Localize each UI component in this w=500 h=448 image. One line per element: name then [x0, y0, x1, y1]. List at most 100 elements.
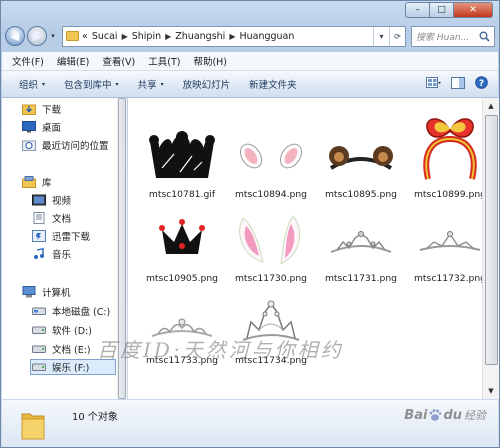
folder-icon [66, 31, 79, 41]
black-crown-image [149, 131, 215, 178]
include-in-library-button[interactable]: 包含到库中 ▾ [64, 77, 119, 91]
new-folder-button[interactable]: 新建文件夹 [249, 77, 297, 91]
menu-file[interactable]: 文件(F) [12, 54, 44, 68]
drive-icon [32, 345, 46, 353]
folder-icon [21, 413, 45, 440]
sidebar-item-recent-places[interactable]: 最近访问的位置 [22, 137, 109, 153]
share-button[interactable]: 共享 ▾ [138, 77, 164, 91]
breadcrumb-separator-icon[interactable]: ▶ [229, 32, 235, 41]
file-item[interactable]: mtsc11730.png [231, 210, 311, 284]
svg-text:?: ? [479, 79, 484, 89]
new-folder-label: 新建文件夹 [249, 80, 297, 91]
file-name: mtsc10894.png [234, 189, 308, 200]
menu-tools[interactable]: 工具(T) [148, 54, 180, 68]
file-item[interactable]: mtsc10895.png [321, 126, 401, 200]
breadcrumb-separator-icon[interactable]: ▶ [165, 32, 171, 41]
file-thumbnail [142, 210, 222, 270]
menu-help[interactable]: 帮助(H) [193, 54, 227, 68]
window-controls: – □ ✕ [405, 2, 493, 18]
menu-view[interactable]: 查看(V) [102, 54, 135, 68]
file-thumbnail [142, 126, 222, 186]
address-overflow-chevrons[interactable]: « [82, 31, 88, 42]
sidebar-item-label: 娱乐 (F:) [52, 363, 90, 374]
search-placeholder: 搜索 Huan... [416, 32, 470, 43]
maximize-button[interactable]: □ [429, 2, 453, 18]
sidebar-group-library[interactable]: 库 [22, 174, 52, 190]
logo-subtitle: 经验 [464, 409, 486, 422]
search-input[interactable]: 搜索 Huan... [411, 25, 495, 47]
sidebar-item-desktop[interactable]: 桌面 [22, 119, 61, 135]
sidebar-item-label: 软件 (D:) [52, 326, 92, 337]
sidebar-item-label: 最近访问的位置 [42, 141, 109, 152]
rabbit-ears-image [240, 143, 302, 169]
breadcrumb-separator-icon[interactable]: ▶ [122, 32, 128, 41]
view-options-icon[interactable] [426, 76, 441, 89]
breadcrumb-huangguan[interactable]: Huangguan [239, 31, 294, 42]
file-thumbnail [321, 210, 401, 270]
sidebar-item-videos[interactable]: 视频 [32, 192, 71, 208]
sidebar-item-documents[interactable]: 文档 [32, 210, 71, 226]
minimize-button[interactable]: – [405, 2, 429, 18]
scroll-down-icon[interactable]: ▼ [484, 384, 498, 398]
preview-pane-icon[interactable] [451, 76, 465, 89]
sidebar-item-music[interactable]: 音乐 [32, 246, 71, 262]
library-icon [22, 176, 36, 188]
file-item[interactable]: mtsc10781.gif [142, 126, 222, 200]
file-list-scrollbar[interactable]: ▲ ▼ [482, 98, 499, 399]
menu-bar: 文件(F) 编辑(E) 查看(V) 工具(T) 帮助(H) [2, 52, 498, 71]
close-button[interactable]: ✕ [453, 2, 493, 18]
chevron-down-icon: ▾ [160, 80, 164, 88]
navigation-row: ◀ ▶ ▾ « Sucai ▶ Shipin ▶ Zhuangshi ▶ Hua… [5, 23, 495, 49]
help-icon[interactable]: ? [475, 76, 488, 89]
file-name: mtsc11732.png [413, 273, 482, 284]
sidebar-item-label: 计算机 [42, 288, 71, 299]
computer-icon [22, 286, 36, 298]
sidebar-item-label: 文档 [52, 214, 72, 225]
sidebar-item-downloads[interactable]: 下载 [22, 101, 61, 117]
file-item[interactable]: mtsc10894.png [231, 126, 311, 200]
breadcrumb-zhuangshi[interactable]: Zhuangshi [175, 31, 225, 42]
silver-tiara-image [330, 231, 392, 253]
chevron-down-icon: ▾ [42, 80, 46, 88]
paw-icon [429, 409, 442, 421]
heart-headband-image [423, 118, 477, 180]
slideshow-button[interactable]: 放映幻灯片 [183, 77, 231, 91]
drive-icon [32, 363, 46, 371]
refresh-icon[interactable]: ⟳ [389, 26, 405, 46]
organize-label: 组织 [19, 80, 39, 91]
organize-button[interactable]: 组织 ▾ [19, 77, 45, 91]
sidebar-item-drive-e[interactable]: 文档 (E:) [32, 341, 91, 357]
sidebar-group-computer[interactable]: 计算机 [22, 284, 71, 300]
recent-pages-dropdown[interactable]: ▾ [48, 32, 58, 40]
file-thumbnail [231, 210, 311, 270]
file-item[interactable]: mtsc11732.png [410, 210, 482, 284]
address-dropdown-icon[interactable]: ▾ [373, 26, 389, 46]
file-item[interactable]: mtsc10905.png [142, 210, 222, 284]
sidebar-item-label: 桌面 [42, 123, 62, 134]
sidebar-item-label: 本地磁盘 (C:) [52, 307, 111, 318]
forward-button[interactable]: ▶ [27, 26, 47, 46]
file-item[interactable]: mtsc10899.png [410, 108, 482, 200]
menu-edit[interactable]: 编辑(E) [57, 54, 89, 68]
file-thumbnail [410, 210, 482, 270]
include-library-label: 包含到库中 [64, 80, 112, 91]
file-thumbnail [321, 126, 401, 186]
sidebar-item-drive-d[interactable]: 软件 (D:) [32, 322, 92, 338]
file-item[interactable]: mtsc11731.png [321, 210, 401, 284]
command-bar: 组织 ▾ 包含到库中 ▾ 共享 ▾ 放映幻灯片 新建文件夹 ? [2, 71, 498, 98]
breadcrumb-shipin[interactable]: Shipin [132, 31, 161, 42]
search-icon[interactable] [479, 31, 490, 42]
scrollbar-thumb[interactable] [485, 115, 498, 365]
sidebar-item-label: 视频 [52, 196, 72, 207]
file-name: mtsc10781.gif [148, 189, 216, 200]
scroll-up-icon[interactable]: ▲ [484, 99, 498, 113]
file-name: mtsc10895.png [324, 189, 398, 200]
sidebar-item-drive-c[interactable]: 本地磁盘 (C:) [32, 303, 110, 319]
address-bar[interactable]: « Sucai ▶ Shipin ▶ Zhuangshi ▶ Huangguan… [62, 25, 406, 47]
breadcrumb-sucai[interactable]: Sucai [92, 31, 118, 42]
details-pane: 10 个对象 Bai du 经验 [2, 399, 498, 447]
sidebar-item-thunder-download[interactable]: 迅雷下载 [32, 228, 90, 244]
item-count: 10 个对象 [72, 412, 118, 423]
back-button[interactable]: ◀ [5, 26, 25, 46]
video-icon [32, 194, 46, 206]
